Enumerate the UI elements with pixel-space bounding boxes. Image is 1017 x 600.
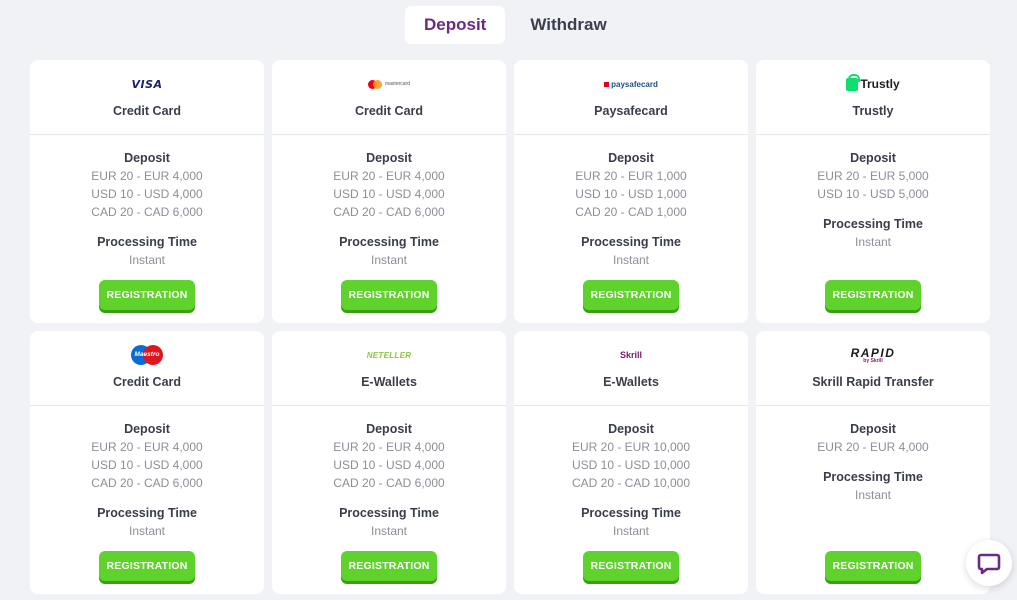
deposit-limit: USD 10 - USD 10,000: [571, 458, 691, 472]
registration-button[interactable]: REGISTRATION: [341, 280, 437, 310]
card-body: Deposit EUR 20 - EUR 10,000 USD 10 - USD…: [514, 406, 748, 594]
deposit-limit: CAD 20 - CAD 6,000: [333, 476, 445, 490]
processing-time-heading: Processing Time: [97, 506, 197, 520]
deposit-limit: USD 10 - USD 4,000: [333, 187, 445, 201]
card-body: Deposit EUR 20 - EUR 4,000 Processing Ti…: [756, 406, 990, 594]
processing-time-value: Instant: [370, 524, 408, 538]
visa-logo: VISA: [131, 77, 163, 91]
deposit-limit: CAD 20 - CAD 1,000: [575, 205, 687, 219]
processing-time-heading: Processing Time: [823, 470, 923, 484]
processing-time-value: Instant: [612, 253, 650, 267]
payment-methods-grid: VISA Credit Card Deposit EUR 20 - EUR 4,…: [30, 60, 990, 594]
card-body: Deposit EUR 20 - EUR 1,000 USD 10 - USD …: [514, 135, 748, 323]
registration-button[interactable]: REGISTRATION: [583, 551, 679, 581]
processing-time-heading: Processing Time: [581, 506, 681, 520]
processing-time-value: Instant: [128, 524, 166, 538]
card-header: NETELLER E-Wallets: [272, 331, 506, 406]
rapid-transfer-logo: RAPID by Skrill: [850, 345, 896, 364]
deposit-limit: USD 10 - USD 5,000: [817, 187, 929, 201]
registration-button[interactable]: REGISTRATION: [99, 280, 195, 310]
card-header: Skrill E-Wallets: [514, 331, 748, 406]
deposit-limit: CAD 20 - CAD 6,000: [91, 476, 203, 490]
payment-method-card: VISA Credit Card Deposit EUR 20 - EUR 4,…: [30, 60, 264, 323]
card-header: VISA Credit Card: [30, 60, 264, 135]
card-body: Deposit EUR 20 - EUR 4,000 USD 10 - USD …: [272, 406, 506, 594]
mastercard-logo: mastercard: [367, 74, 410, 94]
method-name: Skrill Rapid Transfer: [812, 375, 934, 389]
deposit-heading: Deposit: [124, 151, 170, 165]
payment-method-card: RAPID by Skrill Skrill Rapid Transfer De…: [756, 331, 990, 594]
deposit-heading: Deposit: [366, 151, 412, 165]
deposit-limit: CAD 20 - CAD 10,000: [571, 476, 691, 490]
processing-time-heading: Processing Time: [581, 235, 681, 249]
deposit-heading: Deposit: [850, 151, 896, 165]
deposit-limit: EUR 20 - EUR 10,000: [571, 440, 691, 454]
payment-method-card: Trustly Trustly Deposit EUR 20 - EUR 5,0…: [756, 60, 990, 323]
tab-deposit[interactable]: Deposit: [405, 6, 506, 44]
payment-method-card: NETELLER E-Wallets Deposit EUR 20 - EUR …: [272, 331, 506, 594]
card-body: Deposit EUR 20 - EUR 5,000 USD 10 - USD …: [756, 135, 990, 323]
deposit-heading: Deposit: [850, 422, 896, 436]
deposit-heading: Deposit: [608, 151, 654, 165]
deposit-limit: USD 10 - USD 4,000: [91, 458, 203, 472]
paysafecard-logo: paysafecard: [604, 74, 658, 94]
deposit-limit: EUR 20 - EUR 4,000: [333, 440, 445, 454]
card-header: RAPID by Skrill Skrill Rapid Transfer: [756, 331, 990, 406]
card-header: paysafecard Paysafecard: [514, 60, 748, 135]
card-body: Deposit EUR 20 - EUR 4,000 USD 10 - USD …: [30, 406, 264, 594]
processing-time-heading: Processing Time: [97, 235, 197, 249]
deposit-heading: Deposit: [124, 422, 170, 436]
payment-method-card: Skrill E-Wallets Deposit EUR 20 - EUR 10…: [514, 331, 748, 594]
method-name: Credit Card: [112, 104, 182, 118]
deposit-limit: USD 10 - USD 1,000: [575, 187, 687, 201]
card-body: Deposit EUR 20 - EUR 4,000 USD 10 - USD …: [30, 135, 264, 323]
neteller-logo: NETELLER: [366, 350, 412, 360]
registration-button[interactable]: REGISTRATION: [825, 280, 921, 310]
processing-time-heading: Processing Time: [339, 506, 439, 520]
method-name: Paysafecard: [594, 104, 668, 118]
registration-button[interactable]: REGISTRATION: [825, 551, 921, 581]
chat-bubble-icon: [977, 553, 1001, 575]
deposit-limit: EUR 20 - EUR 1,000: [575, 169, 687, 183]
deposit-limit: USD 10 - USD 4,000: [333, 458, 445, 472]
method-name: E-Wallets: [603, 375, 659, 389]
method-name: Trustly: [852, 104, 894, 118]
payment-method-card: paysafecard Paysafecard Deposit EUR 20 -…: [514, 60, 748, 323]
deposit-limit: EUR 20 - EUR 4,000: [91, 169, 203, 183]
processing-time-value: Instant: [128, 253, 166, 267]
payment-method-card: mastercard Credit Card Deposit EUR 20 - …: [272, 60, 506, 323]
method-name: Credit Card: [112, 375, 182, 389]
processing-time-value: Instant: [854, 488, 892, 502]
deposit-heading: Deposit: [608, 422, 654, 436]
deposit-limit: EUR 20 - EUR 4,000: [817, 440, 929, 454]
card-body: Deposit EUR 20 - EUR 4,000 USD 10 - USD …: [272, 135, 506, 323]
deposit-limit: CAD 20 - CAD 6,000: [91, 205, 203, 219]
deposit-limit: EUR 20 - EUR 4,000: [333, 169, 445, 183]
registration-button[interactable]: REGISTRATION: [583, 280, 679, 310]
method-name: Credit Card: [354, 104, 424, 118]
registration-button[interactable]: REGISTRATION: [341, 551, 437, 581]
card-header: Maestro Credit Card: [30, 331, 264, 406]
deposit-limit: CAD 20 - CAD 6,000: [333, 205, 445, 219]
processing-time-value: Instant: [854, 235, 892, 249]
tab-withdraw[interactable]: Withdraw: [511, 6, 625, 44]
deposit-limit: EUR 20 - EUR 4,000: [91, 440, 203, 454]
card-header: mastercard Credit Card: [272, 60, 506, 135]
payment-tabs: Deposit Withdraw: [405, 6, 626, 44]
chat-button[interactable]: [966, 540, 1012, 586]
maestro-logo: Maestro: [131, 345, 163, 365]
deposit-limit: USD 10 - USD 4,000: [91, 187, 203, 201]
processing-time-heading: Processing Time: [339, 235, 439, 249]
registration-button[interactable]: REGISTRATION: [99, 551, 195, 581]
processing-time-heading: Processing Time: [823, 217, 923, 231]
method-name: E-Wallets: [361, 375, 417, 389]
deposit-limit: EUR 20 - EUR 5,000: [817, 169, 929, 183]
deposit-heading: Deposit: [366, 422, 412, 436]
payment-method-card: Maestro Credit Card Deposit EUR 20 - EUR…: [30, 331, 264, 594]
processing-time-value: Instant: [612, 524, 650, 538]
trustly-logo: Trustly: [846, 73, 900, 94]
processing-time-value: Instant: [370, 253, 408, 267]
card-header: Trustly Trustly: [756, 60, 990, 135]
skrill-logo: Skrill: [619, 350, 642, 360]
